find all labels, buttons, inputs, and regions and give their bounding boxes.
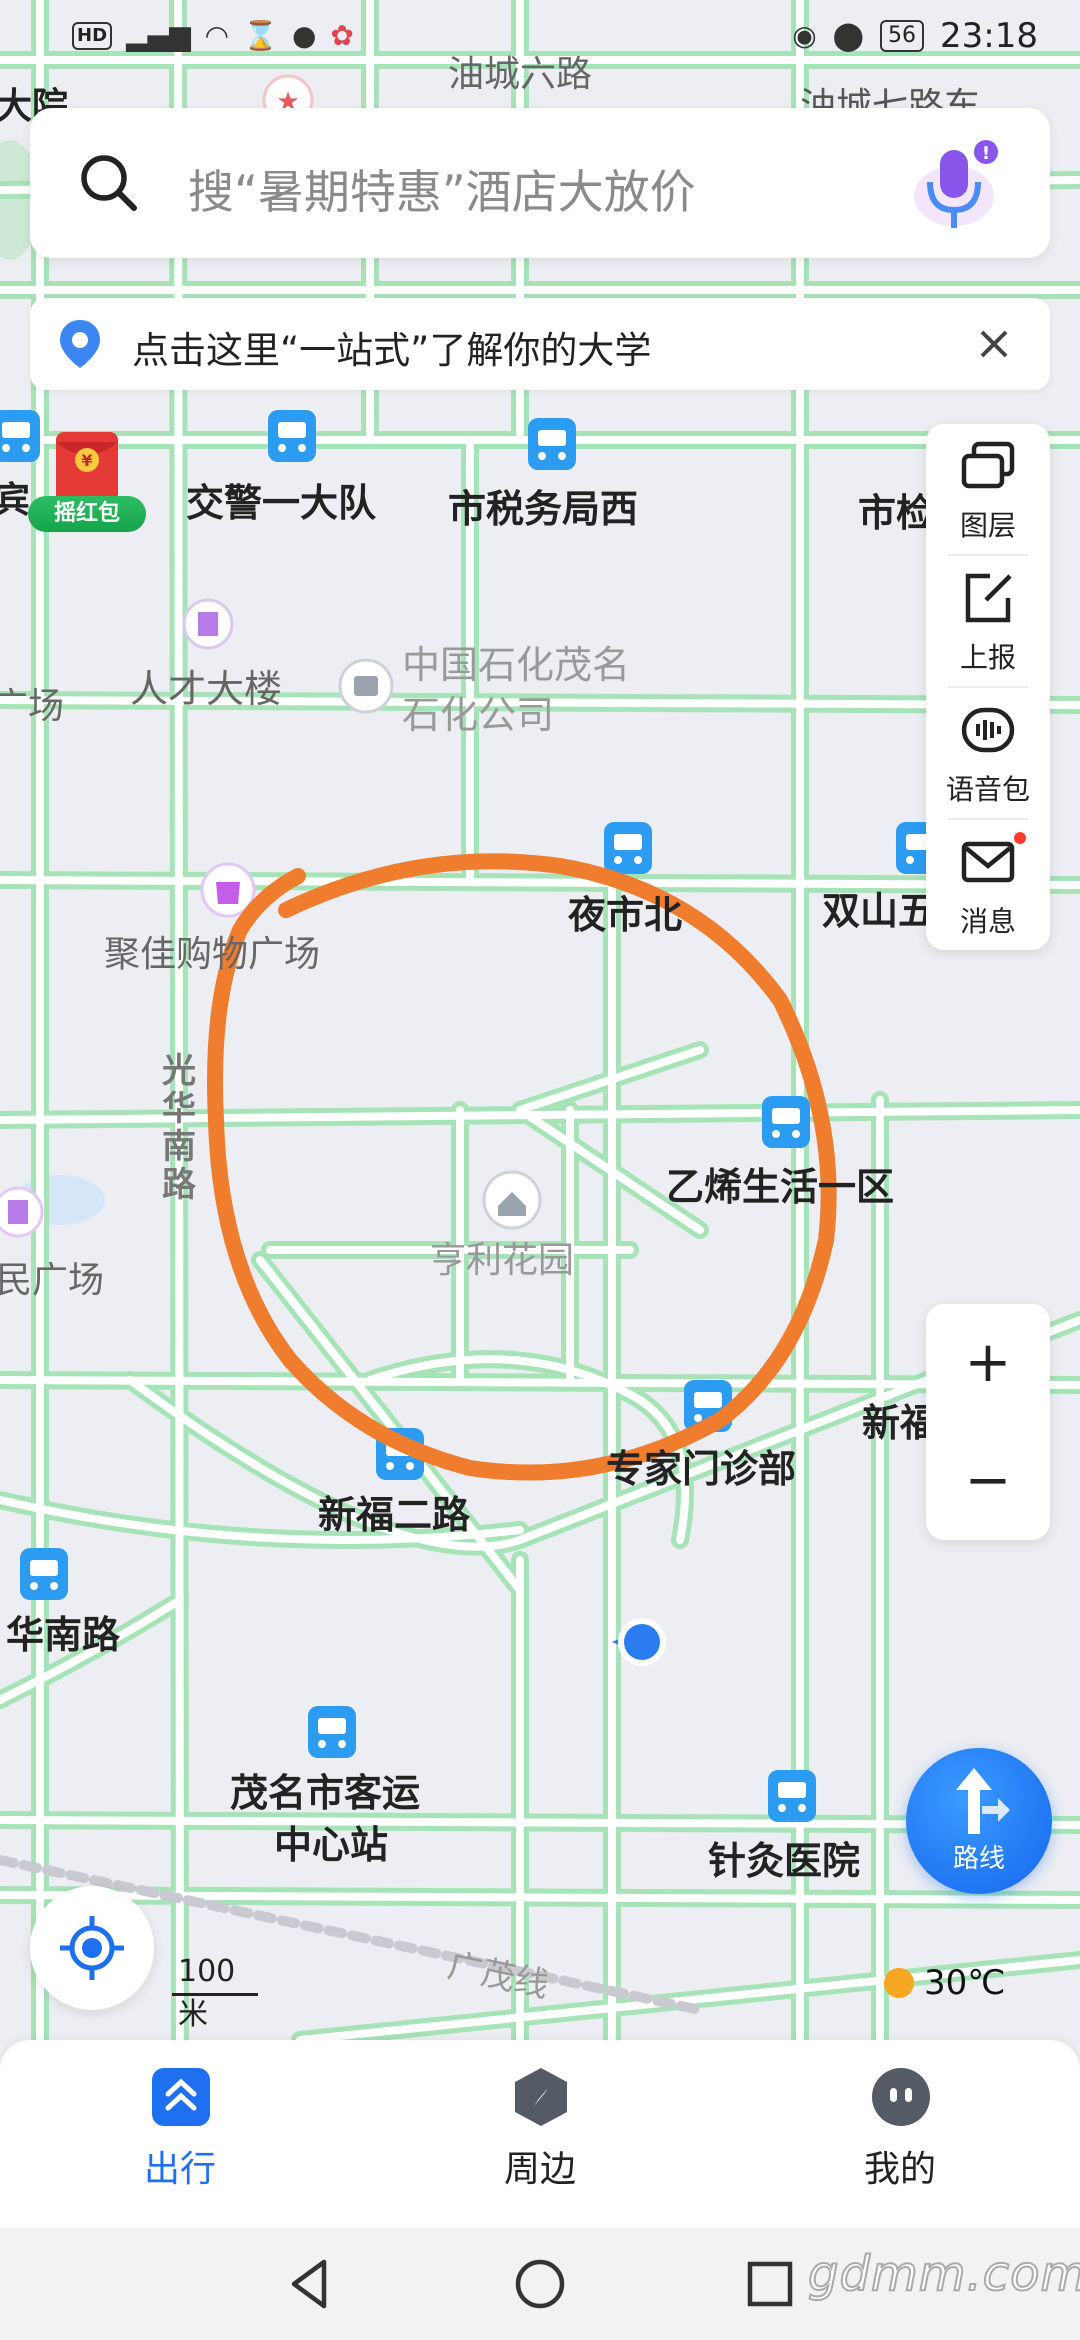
map-label: 双山五: [822, 889, 936, 933]
map-label: 宾: [0, 480, 30, 521]
map-label: 交警一大队: [186, 481, 377, 525]
campus-promo-banner[interactable]: 点击这里“一站式”了解你的大学: [30, 298, 1050, 390]
location-pin-icon: [60, 320, 100, 368]
weather-widget[interactable]: 30℃: [884, 1960, 1005, 2006]
scale-bar: [172, 1993, 258, 1996]
campus-banner-text: 点击这里“一站式”了解你的大学: [132, 329, 652, 372]
temperature: 30℃: [924, 1963, 1006, 2003]
bus-stop-icon: [268, 410, 316, 462]
sun-icon: [884, 1968, 914, 1998]
search-bar[interactable]: 搜“暑期特惠”酒店大放价 !: [30, 108, 1050, 258]
layers-button[interactable]: 图层: [926, 424, 1050, 554]
signal-icon: ▂▄▆: [126, 19, 191, 52]
map-label: 中国石化茂名: [402, 643, 630, 687]
bus-stop-icon: [20, 1548, 68, 1600]
hourglass-icon: ⌛: [243, 19, 278, 52]
crosshair-icon: [60, 1916, 124, 1980]
zoom-controls: + −: [926, 1304, 1050, 1540]
map-label: 亨利花园: [430, 1240, 574, 1281]
map-label: 广场: [0, 686, 64, 727]
map-label: 石化公司: [402, 693, 554, 737]
zoom-out-button[interactable]: −: [926, 1422, 1050, 1540]
map-label: 茂名市客运: [230, 1771, 420, 1815]
bottom-tab-bar: 出行 周边 我的: [0, 2040, 1080, 2228]
tab-me[interactable]: 我的: [800, 2066, 1000, 2206]
tab-label: 出行: [143, 2149, 216, 2190]
watermark-text: gdmm.com: [807, 2245, 1080, 2303]
map-label: 民广场: [0, 1260, 104, 1301]
map-label: 夜市北: [567, 893, 682, 937]
red-packet-label: 摇红包: [28, 496, 146, 532]
tab-travel[interactable]: 出行: [80, 2066, 280, 2206]
vertical-road-label: 光华南路: [162, 1051, 197, 1205]
map-tools-panel: 图层 上报 语音包 消息: [926, 424, 1050, 950]
voice-pack-button[interactable]: 语音包: [926, 688, 1050, 818]
map-label: 华南路: [6, 1613, 121, 1657]
profile-icon: [872, 2068, 930, 2126]
wifi-icon: ◠: [204, 19, 230, 52]
voice-search-button[interactable]: !: [914, 138, 1000, 238]
map-label: 人才大楼: [130, 667, 282, 711]
route-arrow-icon: [956, 1768, 1010, 1834]
svg-text:!: !: [982, 143, 990, 164]
voice-wave-icon: [961, 707, 1015, 753]
route-button[interactable]: 路线: [906, 1748, 1052, 1894]
tab-label: 我的: [863, 2149, 936, 2190]
map-label: 乙烯生活一区: [666, 1165, 894, 1209]
bus-stop-icon: [762, 1096, 810, 1148]
vertical-road-char: 路: [162, 1165, 197, 1205]
map-label: 中心站: [274, 1823, 388, 1867]
svg-text:¥: ¥: [81, 451, 92, 470]
layers-icon: [961, 441, 1015, 489]
map-label: 聚佳购物广场: [104, 934, 320, 975]
report-label: 上报: [959, 641, 1016, 674]
back-icon[interactable]: [280, 2254, 340, 2314]
bus-stop-icon: [768, 1770, 816, 1822]
system-nav-bar: gdmm.com: [0, 2228, 1080, 2340]
wechat-icon: ●: [291, 19, 317, 52]
hd-badge: HD: [72, 22, 113, 50]
map-label: 专家门诊部: [606, 1447, 796, 1491]
search-input[interactable]: 搜“暑期特惠”酒店大放价: [188, 156, 696, 222]
tab-label: 周边: [503, 2149, 576, 2190]
map-label: 市检: [858, 491, 934, 535]
search-icon: [81, 155, 137, 211]
mail-icon: [961, 841, 1015, 883]
voice-pack-label: 语音包: [945, 773, 1030, 806]
bus-stop-icon: [308, 1706, 356, 1758]
edit-icon: [965, 573, 1012, 623]
compass-icon: [515, 2068, 567, 2126]
vertical-road-char: 华: [162, 1089, 196, 1129]
location-icon: ⬤: [832, 19, 865, 52]
messages-button[interactable]: 消息: [926, 820, 1050, 950]
map-scale: 100米: [172, 1954, 258, 2032]
locate-me-button[interactable]: [30, 1886, 154, 2010]
battery-indicator: 56: [880, 20, 925, 52]
red-packet-button[interactable]: ¥ 摇红包: [28, 420, 146, 538]
close-icon[interactable]: [968, 318, 1020, 370]
vertical-road-char: 光: [162, 1051, 196, 1091]
travel-icon: [152, 2068, 210, 2126]
messages-label: 消息: [959, 905, 1016, 938]
route-label: 路线: [952, 1844, 1005, 1874]
unread-dot: [1012, 830, 1028, 846]
home-icon[interactable]: [510, 2254, 570, 2314]
huawei-icon: ✿: [330, 19, 354, 52]
clock: 23:18: [940, 16, 1038, 56]
map-label: 针灸医院: [708, 1839, 860, 1883]
map-label: 新福二路: [318, 1493, 471, 1537]
layers-label: 图层: [959, 509, 1016, 542]
report-button[interactable]: 上报: [926, 556, 1050, 686]
recents-icon[interactable]: [740, 2254, 800, 2314]
vertical-road-char: 南: [162, 1127, 196, 1167]
bus-stop-icon: [528, 418, 576, 470]
map-label: 市税务局西: [448, 487, 638, 531]
status-bar: HD ▂▄▆ ◠ ⌛ ● ✿ ◉ ⬤ 56 23:18: [0, 0, 1080, 72]
zoom-in-button[interactable]: +: [926, 1304, 1050, 1422]
eye-icon: ◉: [792, 19, 817, 52]
bus-stop-icon: [604, 822, 652, 874]
tab-nearby[interactable]: 周边: [440, 2066, 640, 2206]
